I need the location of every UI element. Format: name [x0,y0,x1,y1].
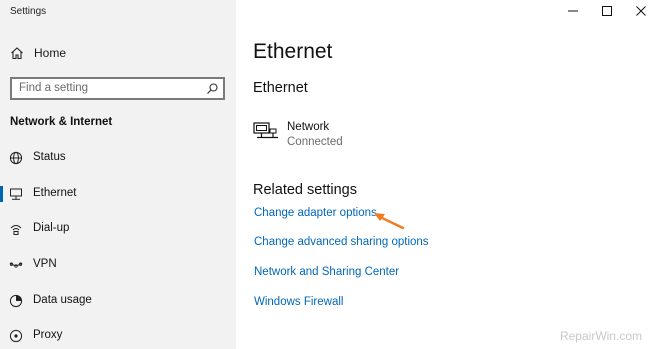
related-settings-title: Related settings [253,182,357,198]
sidebar-item-label: Dial-up [33,222,70,234]
data-usage-icon [9,294,23,308]
sidebar-item-label: Status [33,151,66,163]
network-name[interactable]: Network [287,121,329,133]
sidebar: Settings Home Find a setting Network & I… [0,0,236,349]
network-status: Connected [287,136,343,148]
sidebar-item-vpn[interactable]: VPN [0,253,236,277]
page-title: Ethernet [253,40,333,63]
change-advanced-sharing-options-link[interactable]: Change advanced sharing options [254,236,429,248]
app-title: Settings [10,6,47,17]
network-and-sharing-center-link[interactable]: Network and Sharing Center [254,266,399,278]
ethernet-icon [10,188,22,200]
vpn-icon [9,262,23,268]
windows-firewall-link[interactable]: Windows Firewall [254,296,343,308]
orange-arrow-icon [374,213,405,230]
sidebar-item-label: Ethernet [33,187,77,199]
sidebar-item-data-usage[interactable]: Data usage [0,289,236,313]
sidebar-item-ethernet[interactable]: Ethernet [0,182,236,206]
change-adapter-options-link[interactable]: Change adapter options [254,207,377,219]
search-box[interactable]: Find a setting [10,77,225,100]
dialup-icon [10,225,22,235]
search-icon[interactable] [206,82,219,95]
proxy-icon [9,329,23,343]
search-placeholder: Find a setting [19,82,89,94]
network-adapter-icon[interactable] [253,120,279,144]
sidebar-item-proxy[interactable]: Proxy [0,324,236,348]
globe-icon [9,151,23,165]
home-label: Home [34,46,67,60]
ethernet-section-title: Ethernet [253,80,308,96]
sidebar-item-status[interactable]: Status [0,146,236,170]
sidebar-item-label: Proxy [33,329,63,341]
sidebar-item-label: VPN [33,258,57,270]
home-nav-item[interactable]: Home [10,44,66,62]
home-icon [11,47,23,60]
main-content: Ethernet Ethernet Network Connected Rela… [236,0,654,349]
watermark: RepairWin.com [559,329,642,343]
sidebar-item-dialup[interactable]: Dial-up [0,217,236,241]
section-title: Network & Internet [10,116,113,128]
sidebar-item-label: Data usage [33,294,92,306]
